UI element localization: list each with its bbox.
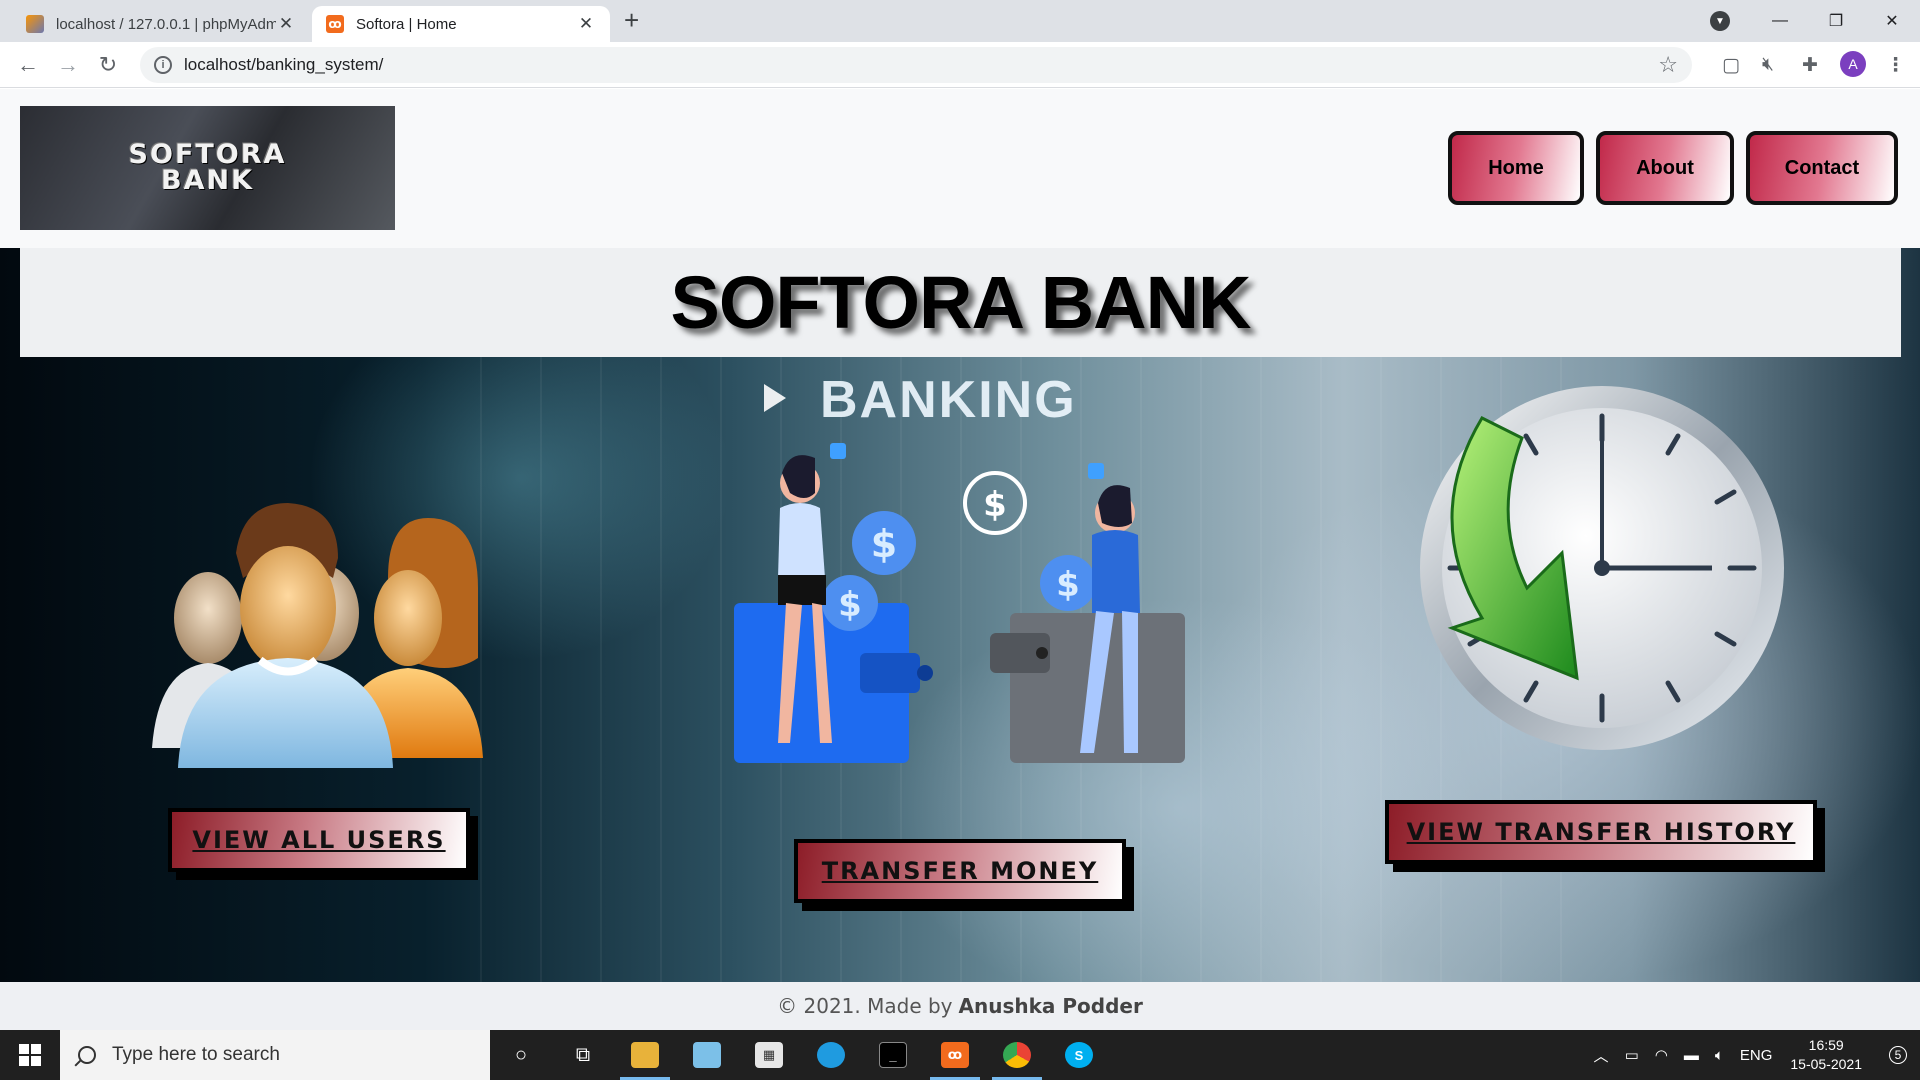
transfer-money-illustration: $ $ $ $ [734, 443, 1185, 763]
transfer-money-button[interactable]: TRANSFER MONEY [794, 839, 1126, 903]
users-group-icon [152, 503, 483, 768]
tab-phpmyadmin[interactable]: localhost / 127.0.0.1 | phpMyAdm ✕ [12, 6, 310, 42]
svg-text:$: $ [838, 585, 862, 625]
input-language[interactable]: ENG [1740, 1047, 1773, 1064]
background-banking-text: BANKING [820, 371, 1077, 429]
nav-contact-button[interactable]: Contact [1746, 131, 1898, 205]
back-icon[interactable]: ← [14, 52, 42, 78]
site-footer: © 2021. Made by Anushka Podder [0, 982, 1920, 1030]
clock-date: 15-05-2021 [1790, 1056, 1862, 1072]
forward-icon[interactable]: → [54, 52, 82, 78]
reader-mode-icon[interactable]: ▢ [1722, 54, 1740, 77]
view-transfer-history-button[interactable]: VIEW TRANSFER HISTORY [1385, 800, 1817, 864]
volume-icon[interactable]: 🔈︎ [1715, 1047, 1724, 1064]
tab-softora-home[interactable]: ꝏ Softora | Home ✕ [312, 6, 610, 42]
xampp-taskbar-icon[interactable]: ꝏ [924, 1030, 986, 1080]
microsoft-store-icon[interactable]: ▦ [738, 1030, 800, 1080]
show-hidden-icons-chevron-icon[interactable]: ︿ [1594, 1045, 1609, 1066]
profile-avatar[interactable]: A [1840, 51, 1866, 77]
svg-text:$: $ [983, 485, 1007, 525]
site-logo[interactable]: SOFTORA BANK [20, 106, 395, 230]
site-header: SOFTORA BANK Home About Contact [0, 89, 1920, 248]
browser-toolbar: ← → ↻ i localhost/banking_system/ ☆ ▢ 🔇︎… [0, 42, 1920, 88]
site-info-icon[interactable]: i [154, 56, 172, 74]
task-view-icon[interactable]: ⧉ [552, 1030, 614, 1080]
start-button[interactable] [0, 1030, 60, 1080]
main-nav: Home About Contact [1448, 131, 1898, 205]
close-tab-icon[interactable]: ✕ [576, 14, 596, 34]
tab-title: Softora | Home [356, 15, 457, 33]
page-title: SOFTORA BANK [670, 261, 1252, 344]
hero-title-bar: SOFTORA BANK [20, 248, 1901, 357]
tab-title: localhost / 127.0.0.1 | phpMyAdm [56, 15, 276, 33]
notifications-icon[interactable]: 5 [1876, 1030, 1920, 1080]
muted-speaker-icon[interactable]: 🔇︎ [1762, 54, 1774, 76]
file-explorer-icon[interactable] [614, 1030, 676, 1080]
search-placeholder: Type here to search [112, 1044, 280, 1065]
svg-text:$: $ [871, 522, 897, 566]
cortana-icon[interactable]: ○ [490, 1030, 552, 1080]
logo-text-line2: BANK [161, 165, 254, 196]
footer-copyright: © 2021. Made by [777, 994, 953, 1018]
play-icon [764, 384, 786, 412]
wifi-icon[interactable]: ◠ [1655, 1046, 1668, 1064]
windows-logo-icon [19, 1044, 41, 1066]
menu-kebab-icon[interactable]: ⋮ [1886, 54, 1905, 77]
new-tab-button[interactable]: + [624, 7, 639, 33]
url-text[interactable]: localhost/banking_system/ [184, 55, 383, 75]
nav-about-button[interactable]: About [1596, 131, 1734, 205]
close-window-icon[interactable]: ✕ [1864, 11, 1920, 31]
battery-icon[interactable]: ▬ [1684, 1047, 1699, 1064]
minimize-icon[interactable]: — [1752, 12, 1808, 30]
taskbar-clock[interactable]: 16:59 15-05-2021 [1790, 1036, 1862, 1074]
nav-home-button[interactable]: Home [1448, 131, 1584, 205]
windows-taskbar: Type here to search ○ ⧉ ▦ _ ꝏ S ︿ ▭ ◠ ▬ … [0, 1030, 1920, 1080]
taskbar-search-box[interactable]: Type here to search [60, 1030, 490, 1080]
skype-icon[interactable]: S [1048, 1030, 1110, 1080]
system-tray: ︿ ▭ ◠ ▬ 🔈︎ ENG 16:59 15-05-2021 5 [1586, 1030, 1920, 1080]
reload-icon[interactable]: ↻ [94, 52, 122, 78]
tab-search-icon[interactable]: ▼ [1710, 11, 1730, 31]
chrome-icon[interactable] [986, 1030, 1048, 1080]
clock-history-icon [1420, 386, 1784, 750]
extensions-icon[interactable]: ✚ [1802, 54, 1818, 77]
view-all-users-button[interactable]: VIEW ALL USERS [168, 808, 470, 872]
phpmyadmin-icon [26, 15, 44, 33]
hero-section: SOFTORA BANK BANKING $ $ $ $ VIEW ALL US… [0, 248, 1920, 982]
close-tab-icon[interactable]: ✕ [276, 14, 296, 34]
edge-browser-icon[interactable] [800, 1030, 862, 1080]
bookmark-star-icon[interactable]: ☆ [1658, 52, 1678, 78]
notification-count: 5 [1889, 1046, 1907, 1064]
clock-time: 16:59 [1808, 1037, 1844, 1053]
notepad-icon[interactable] [676, 1030, 738, 1080]
search-icon [78, 1046, 96, 1064]
restore-icon[interactable]: ❐ [1808, 11, 1864, 31]
browser-tabstrip: localhost / 127.0.0.1 | phpMyAdm ✕ ꝏ Sof… [0, 0, 1920, 42]
meet-now-icon[interactable]: ▭ [1625, 1046, 1639, 1064]
window-controls: — ❐ ✕ [1752, 0, 1920, 42]
footer-author: Anushka Podder [958, 994, 1143, 1018]
address-bar[interactable]: i localhost/banking_system/ ☆ [140, 47, 1692, 83]
terminal-icon[interactable]: _ [862, 1030, 924, 1080]
svg-text:$: $ [1056, 565, 1080, 605]
web-page: SOFTORA BANK Home About Contact SOFTORA … [0, 89, 1920, 1030]
xampp-icon: ꝏ [326, 15, 344, 33]
